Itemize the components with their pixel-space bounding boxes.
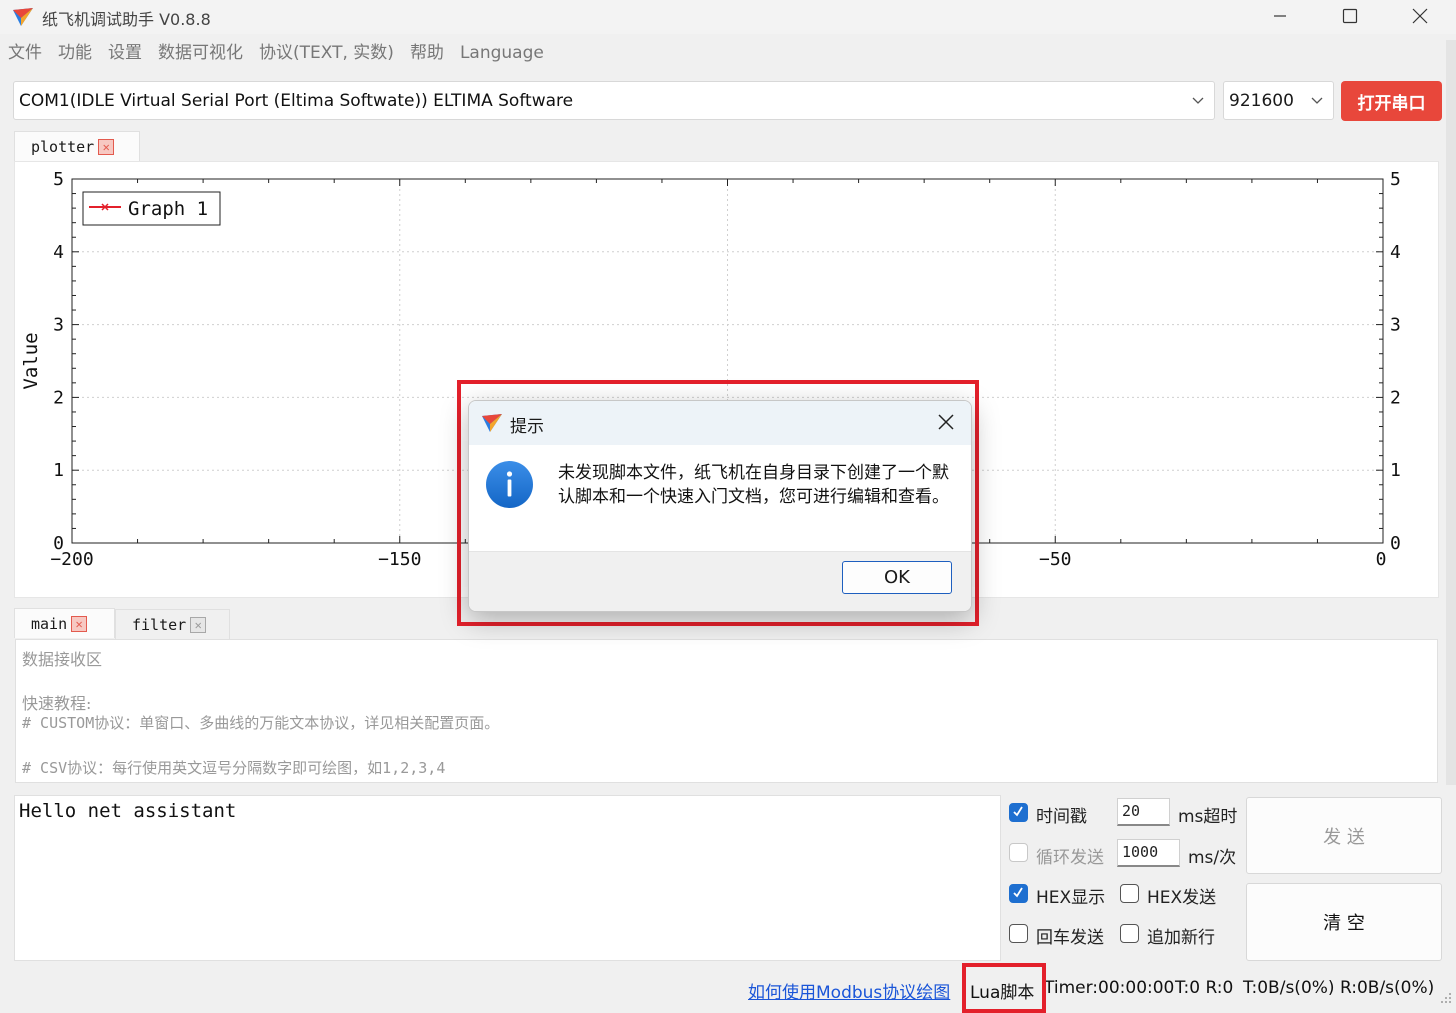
legend-label: Graph 1	[128, 198, 208, 220]
y-tick-label: 5	[53, 169, 64, 190]
hex-display-label: HEX显示	[1036, 888, 1106, 908]
x-tick-label: 0	[1376, 549, 1387, 570]
menu-settings[interactable]: 设置	[100, 38, 150, 68]
loop-interval-input[interactable]: 1000	[1117, 839, 1180, 867]
tab-close-icon[interactable]: ✕	[98, 138, 115, 155]
dialog-footer: OK	[469, 551, 971, 611]
info-icon	[486, 461, 533, 508]
menu-help[interactable]: 帮助	[402, 38, 452, 68]
maximize-icon	[1342, 8, 1358, 24]
tab-main[interactable]: main ✕	[14, 608, 115, 638]
close-icon	[1412, 8, 1428, 24]
menu-visualization[interactable]: 数据可视化	[150, 38, 251, 68]
tx-rx-count: T:0 R:0	[1175, 978, 1234, 998]
minimize-button[interactable]	[1245, 0, 1315, 32]
tab-filter-label: filter	[132, 615, 187, 634]
timestamp-label: 时间戳	[1036, 807, 1087, 827]
menu-file[interactable]: 文件	[0, 38, 50, 68]
timestamp-checkbox[interactable]	[1009, 803, 1028, 822]
menu-bar: 文件 功能 设置 数据可视化 协议(TEXT, 实数) 帮助 Language	[0, 38, 552, 68]
tab-plotter-label: plotter	[31, 137, 95, 156]
main-window: 纸飞机调试助手 V0.8.8 文件 功能 设置 数据可视化 协议(TEXT, 实…	[0, 0, 1456, 1013]
loop-send-label: 循环发送	[1036, 848, 1104, 868]
paper-plane-icon	[13, 8, 33, 26]
dialog-title-bar: 提示	[469, 401, 971, 445]
loop-interval-unit: ms/次	[1188, 848, 1237, 868]
timeout-unit: ms超时	[1178, 807, 1238, 827]
loop-send-checkbox[interactable]	[1009, 843, 1028, 862]
tab-close-icon[interactable]: ✕	[190, 616, 207, 633]
send-input-text: Hello net assistant	[19, 800, 237, 822]
tutorial-header: 快速教程:	[22, 694, 92, 713]
tab-close-icon[interactable]: ✕	[71, 615, 88, 632]
append-newline-label: 追加新行	[1147, 928, 1215, 948]
enter-send-label: 回车发送	[1036, 928, 1104, 948]
info-dialog: 提示 未发现脚本文件，纸飞机在自身目录下创建了一个默认脚本和一个快速入门文档，您…	[468, 400, 972, 612]
y-tick-label: 1	[53, 460, 64, 481]
y-tick-label: 4	[53, 242, 64, 263]
tab-filter[interactable]: filter ✕	[115, 609, 230, 639]
tutorial-line-custom: # CUSTOM协议：单窗口、多曲线的万能文本协议，详见相关配置页面。	[22, 714, 500, 732]
check-icon	[1013, 887, 1023, 898]
paper-plane-icon	[482, 414, 502, 432]
y-tick-label-right: 1	[1390, 460, 1401, 481]
status-bar: 如何使用Modbus协议绘图 Lua脚本 Timer:00:00:00 T:0 …	[0, 970, 1456, 1013]
timer-readout: Timer:00:00:00	[1044, 978, 1175, 998]
timeout-input[interactable]: 20	[1117, 798, 1170, 826]
check-icon	[1013, 806, 1023, 817]
tab-main-label: main	[31, 614, 68, 633]
tutorial-line-csv: # CSV协议：每行使用英文逗号分隔数字即可绘图，如1,2,3,4	[22, 759, 446, 777]
y-tick-label: 2	[53, 387, 64, 408]
chevron-down-icon	[1192, 97, 1204, 104]
y-axis-label: Value	[20, 332, 42, 389]
y-tick-label-right: 0	[1390, 533, 1401, 554]
baud-rate-value: 921600	[1229, 91, 1294, 111]
close-icon[interactable]	[935, 411, 957, 433]
hex-send-checkbox[interactable]	[1120, 884, 1139, 903]
send-input[interactable]: Hello net assistant	[14, 795, 1001, 961]
receive-area[interactable]: 数据接收区 快速教程: # CUSTOM协议：单窗口、多曲线的万能文本协议，详见…	[15, 639, 1438, 783]
y-tick-label-right: 3	[1390, 315, 1401, 336]
y-tick-label: 3	[53, 315, 64, 336]
y-tick-label-right: 4	[1390, 242, 1401, 263]
y-tick-label-right: 5	[1390, 169, 1401, 190]
x-tick-label: −150	[378, 549, 421, 570]
scrollbar[interactable]	[1446, 40, 1456, 785]
enter-send-checkbox[interactable]	[1009, 924, 1028, 943]
chevron-down-icon	[1311, 97, 1323, 104]
ok-button[interactable]: OK	[842, 561, 952, 594]
append-newline-checkbox[interactable]	[1120, 924, 1139, 943]
y-tick-label: 0	[53, 533, 64, 554]
minimize-icon	[1274, 15, 1286, 17]
clear-button[interactable]: 清 空	[1246, 883, 1442, 961]
y-tick-label-right: 2	[1390, 387, 1401, 408]
window-title: 纸飞机调试助手 V0.8.8	[42, 10, 211, 29]
port-select-value: COM1(IDLE Virtual Serial Port (Eltima So…	[19, 91, 574, 111]
send-button[interactable]: 发 送	[1246, 797, 1442, 874]
receive-title: 数据接收区	[22, 650, 103, 669]
transfer-rate: T:0B/s(0%) R:0B/s(0%)	[1243, 978, 1435, 998]
x-tick-label: −50	[1039, 549, 1072, 570]
port-select[interactable]: COM1(IDLE Virtual Serial Port (Eltima So…	[13, 81, 1215, 120]
close-button[interactable]	[1385, 0, 1455, 32]
resize-grip-icon[interactable]	[1440, 992, 1452, 1004]
hex-display-checkbox[interactable]	[1009, 884, 1028, 903]
hex-send-label: HEX发送	[1147, 888, 1217, 908]
title-bar: 纸飞机调试助手 V0.8.8	[0, 0, 1456, 34]
menu-protocol[interactable]: 协议(TEXT, 实数)	[251, 38, 402, 68]
menu-function[interactable]: 功能	[50, 38, 100, 68]
dialog-message: 未发现脚本文件，纸飞机在自身目录下创建了一个默认脚本和一个快速入门文档，您可进行…	[558, 463, 949, 507]
tab-plotter[interactable]: plotter ✕	[14, 131, 140, 161]
lua-highlight-box	[962, 963, 1046, 1013]
baud-rate-select[interactable]: 921600	[1223, 81, 1334, 120]
dialog-title: 提示	[510, 417, 544, 437]
menu-language[interactable]: Language	[452, 38, 552, 68]
modbus-help-link[interactable]: 如何使用Modbus协议绘图	[748, 978, 950, 1003]
open-port-button[interactable]: 打开串口	[1341, 81, 1442, 121]
maximize-button[interactable]	[1315, 0, 1385, 32]
